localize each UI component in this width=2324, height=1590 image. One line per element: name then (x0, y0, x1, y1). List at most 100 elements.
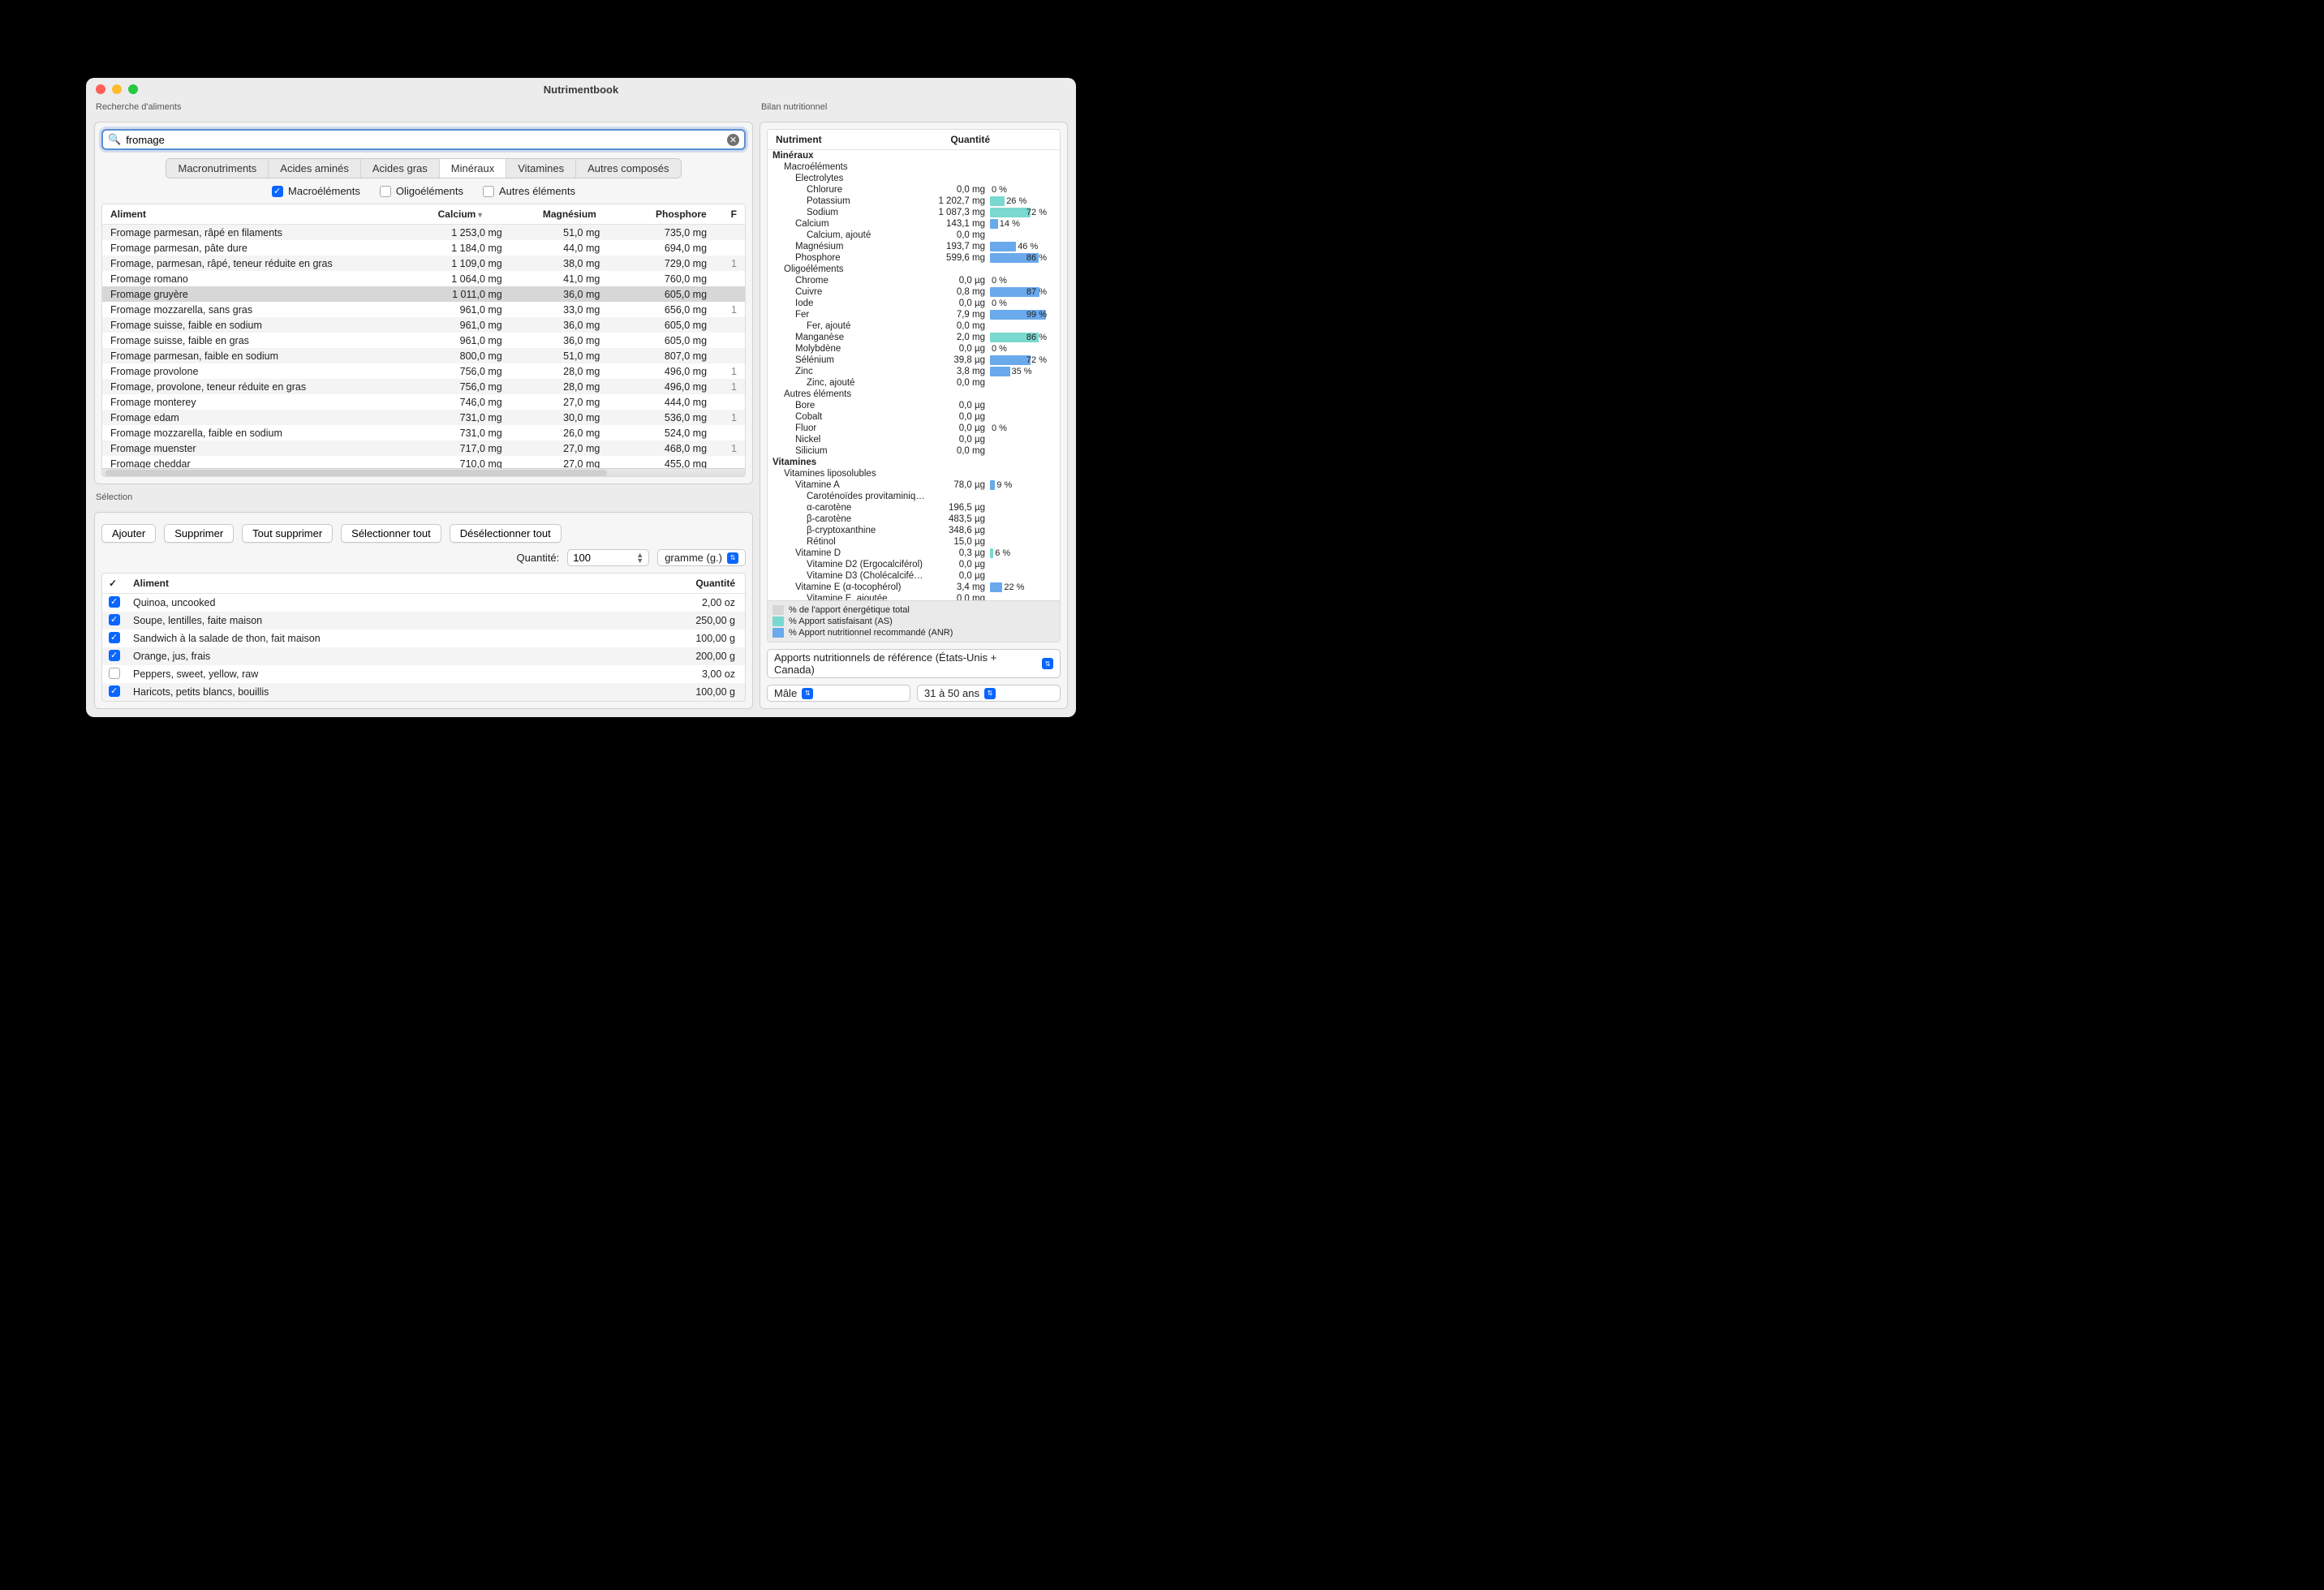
reference-select[interactable]: Apports nutritionnels de référence (État… (767, 649, 1061, 678)
nutrient-row[interactable]: α-carotène196,5 µg (768, 502, 1060, 514)
filter-oligoéléments[interactable]: Oligoéléments (380, 185, 463, 197)
tab-acides-aminés[interactable]: Acides aminés (269, 159, 361, 178)
nutrient-row[interactable]: Vitamines (768, 457, 1060, 468)
nutrient-row[interactable]: Molybdène0,0 µg0 % (768, 343, 1060, 355)
nutrient-row[interactable]: Phosphore599,6 mg86 % (768, 252, 1060, 264)
nutrient-row[interactable]: Sodium1 087,3 mg72 % (768, 207, 1060, 218)
remove-button[interactable]: Supprimer (164, 524, 234, 543)
col-calcium[interactable]: Calcium (398, 204, 498, 225)
nutrient-row[interactable]: Potassium1 202,7 mg26 % (768, 196, 1060, 207)
filter-autres éléments[interactable]: Autres éléments (483, 185, 575, 197)
unit-select[interactable]: gramme (g.) ⇅ (657, 549, 746, 566)
nutrient-row[interactable]: Manganèse2,0 mg86 % (768, 332, 1060, 343)
filter-macroéléments[interactable]: Macroéléments (272, 185, 360, 197)
col-sel-aliment[interactable]: Aliment (127, 574, 610, 594)
row-checkbox[interactable] (109, 614, 120, 625)
food-row[interactable]: Fromage parmesan, pâte dure1 184,0 mg44,… (102, 240, 745, 256)
row-checkbox[interactable] (109, 596, 120, 608)
nutrient-row[interactable]: Macroéléments (768, 161, 1060, 173)
food-row[interactable]: Fromage monterey746,0 mg27,0 mg444,0 mg (102, 394, 745, 410)
tab-minéraux[interactable]: Minéraux (440, 159, 506, 178)
nutrient-row[interactable]: Caroténoïdes provitaminiques A (768, 491, 1060, 502)
food-row[interactable]: Fromage suisse, faible en gras961,0 mg36… (102, 333, 745, 348)
nutrient-row[interactable]: Silicium0,0 mg (768, 445, 1060, 457)
food-row[interactable]: Fromage muenster717,0 mg27,0 mg468,0 mg1 (102, 440, 745, 456)
food-row[interactable]: Fromage parmesan, faible en sodium800,0 … (102, 348, 745, 363)
nutrient-row[interactable]: Vitamines liposolubles (768, 468, 1060, 479)
nutrient-row[interactable]: Vitamine E, ajoutée0,0 mg (768, 593, 1060, 600)
col-quantite[interactable]: Quantité (925, 134, 990, 145)
nutrient-row[interactable]: Vitamine E (α-tocophérol)3,4 mg22 % (768, 582, 1060, 593)
sex-select[interactable]: Mâle ⇅ (767, 685, 910, 702)
nutrient-row[interactable]: Vitamine D3 (Cholécalciférol)0,0 µg (768, 570, 1060, 582)
deselect-all-button[interactable]: Désélectionner tout (450, 524, 562, 543)
food-row[interactable]: Fromage suisse, faible en sodium961,0 mg… (102, 317, 745, 333)
col-aliment[interactable]: Aliment (102, 204, 398, 225)
clear-search-icon[interactable]: ✕ (727, 134, 739, 146)
selection-row[interactable]: Sandwich à la salade de thon, fait maiso… (102, 630, 745, 647)
filter-checkbox[interactable] (380, 186, 391, 197)
food-row[interactable]: Fromage romano1 064,0 mg41,0 mg760,0 mg (102, 271, 745, 286)
selection-row[interactable]: Quinoa, uncooked2,00 oz (102, 594, 745, 612)
qty-input[interactable] (573, 552, 630, 564)
col-phosphore[interactable]: Phosphore (613, 204, 723, 225)
row-checkbox[interactable] (109, 632, 120, 643)
col-check[interactable]: ✓ (102, 574, 127, 594)
search-field[interactable]: 🔍 ✕ (101, 129, 746, 150)
remove-all-button[interactable]: Tout supprimer (242, 524, 333, 543)
selection-row[interactable]: Haricots, petits blancs, bouillis100,00 … (102, 683, 745, 701)
select-all-button[interactable]: Sélectionner tout (341, 524, 441, 543)
nutrient-row[interactable]: Cuivre0,8 mg87 % (768, 286, 1060, 298)
search-input[interactable] (126, 134, 722, 146)
nutrient-row[interactable]: Vitamine D2 (Ergocalciférol)0,0 µg (768, 559, 1060, 570)
tab-macronutriments[interactable]: Macronutriments (166, 159, 269, 178)
food-row[interactable]: Fromage edam731,0 mg30,0 mg536,0 mg1 (102, 410, 745, 425)
col-magnesium[interactable]: Magnésium (498, 204, 613, 225)
stepper-arrows-icon[interactable]: ▲▼ (636, 552, 643, 564)
col-sel-qty[interactable]: Quantité (610, 574, 745, 594)
tab-autres-composés[interactable]: Autres composés (576, 159, 680, 178)
nutrient-row[interactable]: Fluor0,0 µg0 % (768, 423, 1060, 434)
food-row[interactable]: Fromage cheddar710,0 mg27,0 mg455,0 mg (102, 456, 745, 468)
h-scrollbar[interactable] (102, 468, 745, 476)
nutrient-row[interactable]: Électrolytes (768, 173, 1060, 184)
filter-checkbox[interactable] (483, 186, 494, 197)
add-button[interactable]: Ajouter (101, 524, 156, 543)
food-row[interactable]: Fromage gruyère1 011,0 mg36,0 mg605,0 mg (102, 286, 745, 302)
nutrient-row[interactable]: β-carotène483,5 µg (768, 514, 1060, 525)
row-checkbox[interactable] (109, 685, 120, 697)
age-select[interactable]: 31 à 50 ans ⇅ (917, 685, 1061, 702)
nutrient-row[interactable]: Zinc, ajouté0,0 mg (768, 377, 1060, 389)
nutrient-row[interactable]: Calcium, ajouté0,0 mg (768, 230, 1060, 241)
nutrient-row[interactable]: Iode0,0 µg0 % (768, 298, 1060, 309)
selection-row[interactable]: Orange, jus, frais200,00 g (102, 647, 745, 665)
food-row[interactable]: Fromage mozzarella, faible en sodium731,… (102, 425, 745, 440)
selection-row[interactable]: Peppers, sweet, yellow, raw3,00 oz (102, 665, 745, 683)
nutrient-row[interactable]: Sélénium39,8 µg72 % (768, 355, 1060, 366)
balance-tree[interactable]: MinérauxMacroélémentsÉlectrolytesChlorur… (768, 150, 1060, 600)
filter-checkbox[interactable] (272, 186, 283, 197)
food-row[interactable]: Fromage parmesan, râpé en filaments1 253… (102, 225, 745, 240)
col-extra[interactable]: F (723, 204, 745, 225)
nutrient-row[interactable]: Vitamine D0,3 µg6 % (768, 548, 1060, 559)
food-row[interactable]: Fromage mozzarella, sans gras961,0 mg33,… (102, 302, 745, 317)
nutrient-row[interactable]: β-cryptoxanthine348,6 µg (768, 525, 1060, 536)
nutrient-row[interactable]: Fer7,9 mg99 % (768, 309, 1060, 320)
selection-row[interactable]: Soupe, lentilles, faite maison250,00 g (102, 612, 745, 630)
nutrient-row[interactable]: Oligoéléments (768, 264, 1060, 275)
food-row[interactable]: Fromage, parmesan, râpé, teneur réduite … (102, 256, 745, 271)
food-row[interactable]: Fromage, provolone, teneur réduite en gr… (102, 379, 745, 394)
col-nutriment[interactable]: Nutriment (776, 134, 925, 145)
nutrient-row[interactable]: Calcium143,1 mg14 % (768, 218, 1060, 230)
qty-stepper[interactable]: ▲▼ (567, 549, 649, 566)
nutrient-row[interactable]: Minéraux (768, 150, 1060, 161)
nutrient-row[interactable]: Rétinol15,0 µg (768, 536, 1060, 548)
food-row[interactable]: Fromage provolone756,0 mg28,0 mg496,0 mg… (102, 363, 745, 379)
tab-vitamines[interactable]: Vitamines (506, 159, 576, 178)
nutrient-row[interactable]: Autres éléments (768, 389, 1060, 400)
tab-acides-gras[interactable]: Acides gras (361, 159, 440, 178)
nutrient-row[interactable]: Fer, ajouté0,0 mg (768, 320, 1060, 332)
nutrient-row[interactable]: Magnésium193,7 mg46 % (768, 241, 1060, 252)
nutrient-row[interactable]: Zinc3,8 mg35 % (768, 366, 1060, 377)
nutrient-row[interactable]: Nickel0,0 µg (768, 434, 1060, 445)
